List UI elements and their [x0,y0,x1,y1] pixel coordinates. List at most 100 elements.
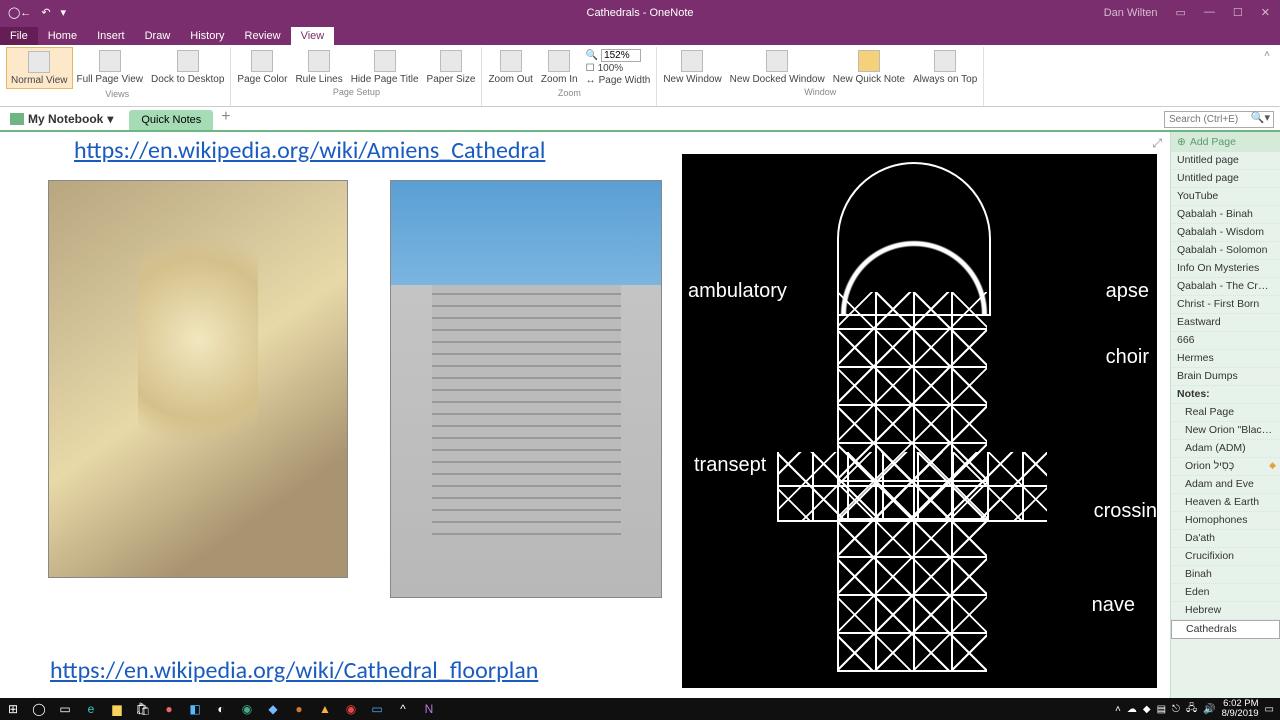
account-icon[interactable]: ▭ [1176,6,1186,19]
full-page-view-button[interactable]: Full Page View [73,47,148,89]
notebook-header: My Notebook ▾ Quick Notes + 🔍▾ [0,107,1280,132]
taskbar-edge[interactable]: e [78,698,104,720]
taskbar-app6[interactable]: ▲ [312,698,338,720]
section-tab[interactable]: Quick Notes [129,110,213,130]
hide-page-title-button[interactable]: Hide Page Title [347,47,423,87]
page-item[interactable]: Untitled page [1171,152,1280,170]
search-icon[interactable]: 🔍▾ [1251,111,1270,124]
magnifier-icon: 🔍 [586,50,598,61]
new-quick-note-button[interactable]: New Quick Note [829,47,909,87]
link-floorplan[interactable]: https://en.wikipedia.org/wiki/Cathedral_… [50,656,538,685]
close-button[interactable]: ✕ [1261,6,1270,19]
page-item[interactable]: Cathedrals [1171,620,1280,639]
page-item[interactable]: Qabalah - Solomon [1171,242,1280,260]
page-color-button[interactable]: Page Color [233,47,291,87]
collapse-ribbon-button[interactable]: ˄ [1258,47,1276,106]
page-item[interactable]: Hermes [1171,350,1280,368]
add-page-button[interactable]: Add Page [1171,132,1280,152]
always-on-top-button[interactable]: Always on Top [909,47,981,87]
taskbar-app4[interactable]: ◆ [260,698,286,720]
tab-draw[interactable]: Draw [135,27,181,45]
tray-icon2[interactable]: ◆ [1143,704,1151,715]
tray-onedrive-icon[interactable]: ☁ [1127,704,1137,715]
page-item[interactable]: Hebrew [1171,602,1280,620]
page-item[interactable]: Qabalah - Wisdom [1171,224,1280,242]
zoom-100-button[interactable]: ☐ [586,63,595,74]
page-item[interactable]: Qabalah - The Crown [1171,278,1280,296]
task-view-button[interactable]: ▭ [52,698,78,720]
new-docked-window-button[interactable]: New Docked Window [726,47,829,87]
page-item[interactable]: Crucifixion [1171,548,1280,566]
taskbar-onenote[interactable]: N [416,698,442,720]
tray-icon4[interactable]: ⎋ [1172,704,1180,715]
taskbar-app5[interactable]: ● [286,698,312,720]
tab-file[interactable]: File [0,27,38,45]
page-item[interactable]: Orion כְּסִיל [1171,458,1280,476]
normal-view-button[interactable]: Normal View [6,47,73,89]
tray-network-icon[interactable]: 🖧 [1186,701,1197,718]
page-item[interactable]: Binah [1171,566,1280,584]
taskbar-app3[interactable]: ◐ [208,698,234,720]
start-button[interactable]: ⊞ [0,698,26,720]
tab-review[interactable]: Review [235,27,291,45]
page-item[interactable]: Untitled page [1171,170,1280,188]
tab-insert[interactable]: Insert [87,27,135,45]
page-item[interactable]: YouTube [1171,188,1280,206]
page-item[interactable]: 666 [1171,332,1280,350]
image-floorplan[interactable]: ambulatory apse choir transept crossin n… [682,154,1157,688]
user-name[interactable]: Dan Wilten [1104,7,1158,19]
page-item[interactable]: Qabalah - Binah [1171,206,1280,224]
page-item[interactable]: Homophones [1171,512,1280,530]
tab-history[interactable]: History [180,27,234,45]
page-item[interactable]: Info On Mysteries [1171,260,1280,278]
tray-notifications-icon[interactable]: ▭ [1265,704,1274,715]
page-item[interactable]: Real Page [1171,404,1280,422]
zoom-out-button[interactable]: Zoom Out [484,47,536,88]
image-facade[interactable] [390,180,662,598]
dock-to-desktop-button[interactable]: Dock to Desktop [147,47,228,89]
undo-button[interactable]: ↶ [41,6,50,19]
page-item[interactable]: Da'ath [1171,530,1280,548]
notebook-dropdown[interactable]: My Notebook ▾ [0,108,123,130]
page-width-button[interactable]: ↔ [586,75,596,86]
taskbar-app8[interactable]: ▭ [364,698,390,720]
tab-view[interactable]: View [291,27,335,45]
tray-volume-icon[interactable]: 🔊 [1203,704,1215,715]
cortana-button[interactable]: ◯ [26,698,52,720]
zoom-pct-input[interactable] [601,49,641,62]
taskbar-app1[interactable]: ● [156,698,182,720]
taskbar-explorer[interactable]: ▆ [104,698,130,720]
zoom-in-button[interactable]: Zoom In [537,47,582,88]
tray-icon3[interactable]: ▤ [1157,704,1166,715]
tray-clock[interactable]: 6:02 PM 8/9/2019 [1222,699,1259,719]
page-canvas[interactable]: ⤢ https://en.wikipedia.org/wiki/Amiens_C… [0,132,1170,698]
minimize-button[interactable]: — [1204,6,1215,19]
qat-customize[interactable]: ▾ [61,6,67,19]
rule-lines-button[interactable]: Rule Lines [291,47,346,87]
add-section-button[interactable]: + [213,104,238,130]
page-item[interactable]: Brain Dumps [1171,368,1280,386]
tab-home[interactable]: Home [38,27,87,45]
taskbar-app9[interactable]: ^ [390,698,416,720]
paper-size-button[interactable]: Paper Size [423,47,480,87]
image-altar[interactable] [48,180,348,578]
page-item[interactable]: Christ - First Born [1171,296,1280,314]
taskbar-app7[interactable]: ◉ [338,698,364,720]
page-item[interactable]: Eden [1171,584,1280,602]
page-item[interactable]: Adam and Eve [1171,476,1280,494]
page-item[interactable]: New Orion "Black Hole" I [1171,422,1280,440]
maximize-button[interactable]: ☐ [1233,6,1243,19]
taskbar-chrome[interactable]: ◉ [234,698,260,720]
page-item[interactable]: Adam (ADM) [1171,440,1280,458]
page-item[interactable]: Heaven & Earth [1171,494,1280,512]
page-item[interactable]: Eastward [1171,314,1280,332]
taskbar-app2[interactable]: ◧ [182,698,208,720]
expand-icon[interactable]: ⤢ [1152,136,1162,151]
link-amiens[interactable]: https://en.wikipedia.org/wiki/Amiens_Cat… [74,136,545,165]
page-item[interactable]: Notes: [1171,386,1280,404]
back-button[interactable]: ◯← [8,6,31,19]
tray-overflow[interactable]: ˄ [1115,704,1121,715]
new-window-button[interactable]: New Window [659,47,725,87]
label-choir: choir [1106,346,1149,369]
taskbar-store[interactable]: 🛍 [130,698,156,720]
